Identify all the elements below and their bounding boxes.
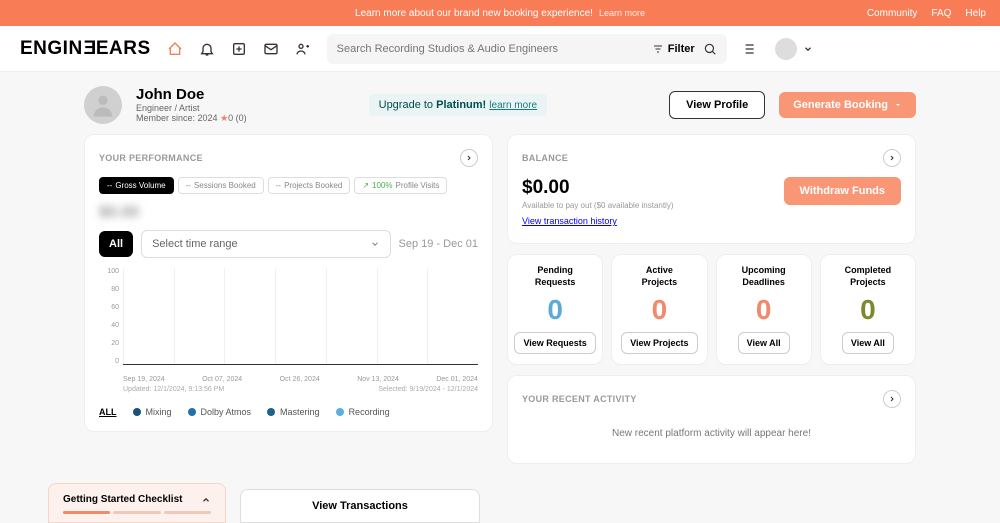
chart-selected: Selected: 9/19/2024 - 12/1/2024 [378, 386, 478, 393]
header-icons [167, 41, 311, 57]
pill-gross-volume[interactable]: -- Gross Volume [99, 177, 174, 194]
upgrade-banner[interactable]: Upgrade to Platinum! learn more [369, 94, 547, 116]
expand-button[interactable] [460, 149, 478, 167]
chevron-down-icon [370, 239, 380, 249]
generate-booking-button[interactable]: Generate Booking [779, 92, 916, 118]
caret-down-icon [894, 101, 902, 109]
expand-button[interactable] [883, 390, 901, 408]
view-all-completed-button[interactable]: View All [842, 332, 894, 354]
filter-label: Filter [668, 43, 695, 55]
filter-button[interactable]: Filter [652, 43, 695, 55]
stat-upcoming: UpcomingDeadlines 0 View All [716, 254, 812, 365]
promo-message: Learn more about our brand new booking e… [355, 8, 645, 19]
topbar-links: Community FAQ Help [867, 8, 986, 19]
profile-member: Member since: 2024 ★0 (0) [136, 113, 247, 124]
profile-header: John Doe Engineer / Artist Member since:… [84, 86, 916, 124]
profile-name: John Doe [136, 86, 247, 103]
chevron-up-icon [201, 495, 211, 505]
view-all-deadlines-button[interactable]: View All [738, 332, 790, 354]
activity-empty-message: New recent platform activity will appear… [522, 418, 901, 449]
metric-pills: -- Gross Volume -- Sessions Booked -- Pr… [99, 177, 478, 194]
stat-completed-num: 0 [860, 294, 876, 326]
balance-subtitle: Available to pay out ($0 available insta… [522, 201, 674, 210]
legend-dolby[interactable]: Dolby Atmos [188, 407, 252, 417]
profile-avatar [84, 86, 122, 124]
legend-recording[interactable]: Recording [336, 407, 390, 417]
chart-legend: ALL Mixing Dolby Atmos Mastering Recordi… [99, 407, 478, 417]
stat-pending: PendingRequests 0 View Requests [507, 254, 603, 365]
main-header: ENGINEEARS Filter [0, 26, 1000, 72]
transaction-history-link[interactable]: View transaction history [522, 216, 617, 226]
bottom-bar: Getting Started Checklist View Transacti… [48, 483, 1000, 523]
people-icon[interactable] [295, 41, 311, 57]
pill-profile-visits[interactable]: ↗ 100% Profile Visits [354, 177, 447, 194]
search-input[interactable] [337, 43, 644, 55]
checklist-title: Getting Started Checklist [63, 494, 182, 505]
performance-title: YOUR PERFORMANCE [99, 153, 203, 163]
search-icon[interactable] [703, 42, 717, 56]
stat-completed: CompletedProjects 0 View All [820, 254, 916, 365]
promo-text: Learn more about our brand new booking e… [355, 8, 593, 19]
activity-card: YOUR RECENT ACTIVITY New recent platform… [507, 375, 916, 464]
chevron-down-icon [803, 44, 813, 54]
date-range-label: Sep 19 - Dec 01 [399, 238, 479, 250]
balance-title: BALANCE [522, 153, 568, 163]
checklist-progress [63, 511, 211, 514]
link-help[interactable]: Help [965, 8, 986, 19]
profile-info: John Doe Engineer / Artist Member since:… [136, 86, 247, 124]
view-profile-button[interactable]: View Profile [669, 91, 765, 119]
stat-active: ActiveProjects 0 View Projects [611, 254, 707, 365]
list-icon[interactable] [743, 41, 759, 57]
balance-card: BALANCE $0.00 Available to pay out ($0 a… [507, 134, 916, 244]
link-faq[interactable]: FAQ [931, 8, 951, 19]
link-community[interactable]: Community [867, 8, 918, 19]
checklist-panel[interactable]: Getting Started Checklist [48, 483, 226, 523]
avatar-icon [775, 38, 797, 60]
stat-upcoming-num: 0 [756, 294, 772, 326]
filter-icon [652, 43, 664, 55]
performance-card: YOUR PERFORMANCE -- Gross Volume -- Sess… [84, 134, 493, 432]
view-projects-button[interactable]: View Projects [621, 332, 697, 354]
activity-title: YOUR RECENT ACTIVITY [522, 394, 637, 404]
stats-row: PendingRequests 0 View Requests ActivePr… [507, 254, 916, 365]
note-icon[interactable] [231, 41, 247, 57]
view-transactions-button[interactable]: View Transactions [240, 489, 480, 523]
promo-link[interactable]: Learn more [599, 8, 645, 19]
pill-sessions-booked[interactable]: -- Sessions Booked [178, 177, 264, 194]
home-icon[interactable] [167, 41, 183, 57]
chart-updated: Updated: 12/1/2024, 9:13:56 PM [123, 386, 224, 393]
performance-chart: 100 80 60 40 20 0 Sep 19, 2024 Oct 07, 2… [99, 268, 478, 383]
all-button[interactable]: All [99, 231, 133, 257]
balance-amount: $0.00 [522, 177, 674, 199]
withdraw-button[interactable]: Withdraw Funds [784, 177, 901, 205]
stat-active-num: 0 [652, 294, 668, 326]
pill-projects-booked[interactable]: -- Projects Booked [268, 177, 351, 194]
bell-icon[interactable] [199, 41, 215, 57]
stat-pending-num: 0 [547, 294, 563, 326]
view-requests-button[interactable]: View Requests [514, 332, 595, 354]
legend-mastering[interactable]: Mastering [267, 407, 320, 417]
mail-icon[interactable] [263, 41, 279, 57]
logo[interactable]: ENGINEEARS [20, 38, 151, 60]
metric-value: $0.00 [99, 204, 478, 222]
user-menu[interactable] [775, 38, 813, 60]
legend-all[interactable]: ALL [99, 407, 117, 417]
legend-mixing[interactable]: Mixing [133, 407, 172, 417]
profile-role: Engineer / Artist [136, 103, 247, 113]
time-range-select[interactable]: Select time range [141, 230, 390, 258]
search-bar[interactable]: Filter [327, 34, 727, 64]
promo-topbar: Learn more about our brand new booking e… [0, 0, 1000, 26]
upgrade-link[interactable]: learn more [489, 100, 537, 111]
expand-button[interactable] [883, 149, 901, 167]
